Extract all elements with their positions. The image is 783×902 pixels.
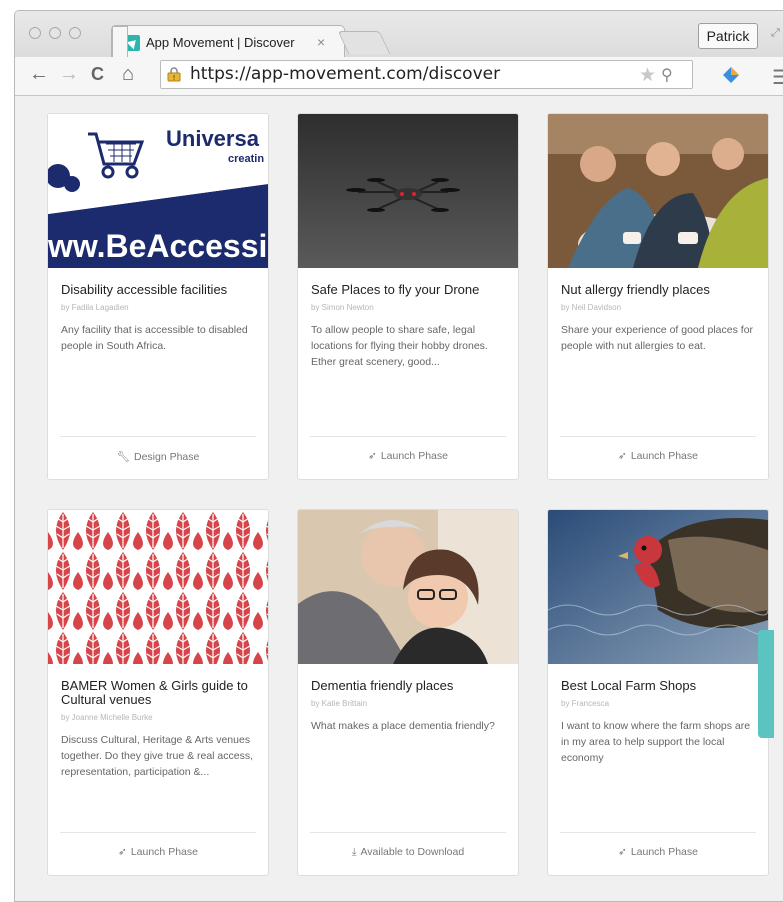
card-author: by Fadila Lagadien: [61, 303, 129, 312]
card-divider: [560, 436, 756, 437]
profile-button[interactable]: Patrick: [698, 23, 758, 49]
card-description: To allow people to share safe, legal loc…: [311, 324, 488, 368]
back-button[interactable]: ←: [29, 63, 49, 86]
card-phase: ➶ Launch Phase: [548, 450, 768, 462]
security-warning-icon[interactable]: !: [166, 66, 182, 82]
phase-label: Launch Phase: [130, 846, 198, 858]
card-image: [298, 510, 518, 664]
tab-close-icon[interactable]: ×: [317, 34, 325, 50]
rocket-icon: ➶: [118, 846, 127, 858]
tab-bar: App Movement | Discover × Patrick ⤢: [15, 11, 783, 60]
extension-icon[interactable]: [722, 66, 740, 84]
feedback-side-tab[interactable]: [758, 630, 774, 738]
banner-text-3: ww.BeAccessibl: [48, 228, 268, 264]
app-card[interactable]: Dementia friendly places by Katie Britta…: [297, 509, 519, 876]
card-divider: [560, 832, 756, 833]
card-author: by Neil Davidson: [561, 303, 622, 312]
svg-text:!: !: [173, 74, 176, 82]
card-image: [298, 114, 518, 268]
bookmark-star-icon[interactable]: ★: [639, 64, 656, 87]
reload-button[interactable]: C: [91, 64, 104, 85]
card-author: by Francesca: [561, 699, 610, 708]
banner-text-1: Universa: [166, 126, 260, 151]
home-button[interactable]: ⌂: [122, 63, 134, 86]
app-card[interactable]: Safe Places to fly your Drone by Simon N…: [297, 113, 519, 480]
card-author: by Katie Brittain: [311, 699, 368, 708]
card-title[interactable]: Dementia friendly places: [311, 679, 511, 693]
card-title[interactable]: Disability accessible facilities: [61, 283, 261, 297]
card-description: Share your experience of good places for…: [561, 324, 754, 352]
download-icon: ⤓: [351, 846, 357, 858]
search-icon[interactable]: ⚲: [661, 65, 673, 85]
active-tab[interactable]: App Movement | Discover ×: [111, 25, 345, 60]
app-card[interactable]: BAMER Women & Girls guide to Cultural ve…: [47, 509, 269, 876]
url-text: https://app-movement.com/discover: [190, 64, 501, 84]
card-description: I want to know where the farm shops are …: [561, 720, 751, 764]
card-title[interactable]: BAMER Women & Girls guide to Cultural ve…: [61, 679, 261, 707]
app-movement-favicon-icon: [124, 35, 140, 51]
minimize-window-button[interactable]: [49, 27, 61, 39]
card-description: What makes a place dementia friendly?: [311, 720, 495, 732]
phase-label: Launch Phase: [630, 450, 698, 462]
card-divider: [310, 832, 506, 833]
card-phase: 🔧︎ Design Phase: [48, 450, 268, 463]
card-image: Universa creatin ww.BeAccessibl: [48, 114, 268, 268]
phase-label: Design Phase: [133, 451, 200, 463]
new-tab-button[interactable]: [337, 31, 391, 54]
card-phase: ➶ Launch Phase: [298, 450, 518, 462]
fullscreen-icon[interactable]: ⤢: [771, 27, 780, 40]
card-author: by Simon Newton: [311, 303, 374, 312]
card-phase: ⤓ Available to Download: [298, 846, 518, 859]
rocket-icon: ➶: [368, 450, 377, 462]
browser-window: App Movement | Discover × Patrick ⤢ ← → …: [14, 10, 783, 902]
card-title[interactable]: Best Local Farm Shops: [561, 679, 761, 693]
card-image: [48, 510, 268, 664]
card-description: Discuss Cultural, Heritage & Arts venues…: [61, 734, 254, 778]
phase-label: Launch Phase: [630, 846, 698, 858]
app-card[interactable]: Universa creatin ww.BeAccessibl Disabili…: [47, 113, 269, 480]
card-phase: ➶ Launch Phase: [48, 846, 268, 858]
card-title[interactable]: Safe Places to fly your Drone: [311, 283, 511, 297]
tab-title: App Movement | Discover: [146, 35, 295, 50]
card-divider: [60, 436, 256, 437]
maximize-window-button[interactable]: [69, 27, 81, 39]
card-description: Any facility that is accessible to disab…: [61, 324, 248, 352]
phase-label: Available to Download: [360, 846, 465, 858]
browser-menu-icon[interactable]: ☰: [772, 65, 783, 90]
wrench-icon: 🔧︎: [116, 451, 130, 463]
app-card[interactable]: Best Local Farm Shops by Francesca I wan…: [547, 509, 769, 876]
address-bar[interactable]: ! https://app-movement.com/discover ★ ⚲: [160, 60, 693, 89]
rocket-icon: ➶: [618, 450, 627, 462]
discover-page: Universa creatin ww.BeAccessibl Disabili…: [15, 96, 783, 901]
phase-label: Launch Phase: [380, 450, 448, 462]
forward-button[interactable]: →: [59, 63, 79, 86]
close-window-button[interactable]: [29, 27, 41, 39]
banner-text-2: creatin: [228, 153, 264, 165]
card-phase: ➶ Launch Phase: [548, 846, 768, 858]
card-divider: [60, 832, 256, 833]
browser-toolbar: ← → C ⌂ ! https://app-movement.com/disco…: [15, 57, 783, 96]
card-image: [548, 510, 768, 664]
app-card[interactable]: Nut allergy friendly places by Neil Davi…: [547, 113, 769, 480]
card-divider: [310, 436, 506, 437]
rocket-icon: ➶: [618, 846, 627, 858]
card-author: by Joanne Michelle Burke: [61, 713, 153, 722]
card-title[interactable]: Nut allergy friendly places: [561, 283, 761, 297]
card-image: [548, 114, 768, 268]
